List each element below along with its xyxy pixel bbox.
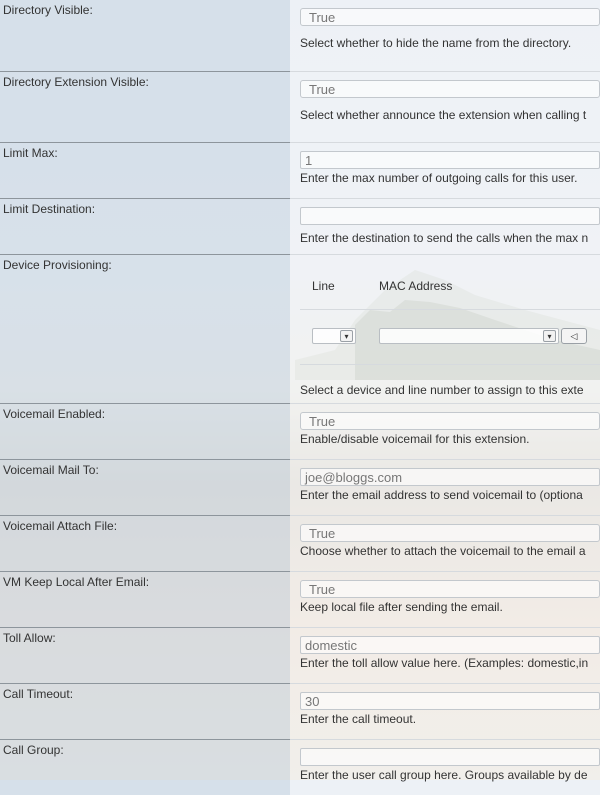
call-group-input[interactable]	[300, 747, 600, 766]
voicemail-mail-to-input[interactable]: joe@bloggs.com	[300, 467, 600, 486]
directory-visible-select[interactable]: True	[300, 8, 600, 26]
limit-destination-description: Enter the destination to send the calls …	[300, 230, 589, 245]
directory-visible-description: Select whether to hide the name from the…	[300, 36, 572, 50]
row-device-provisioning: Device Provisioning: Line MAC Address ▾	[0, 254, 600, 404]
row-limit-destination: Limit Destination: Enter the destination…	[0, 198, 600, 255]
vm-keep-local-select[interactable]: True	[300, 579, 600, 598]
row-directory-visible: Directory Visible: True Select whether t…	[0, 0, 600, 72]
voicemail-attach-file-select[interactable]: True	[300, 523, 600, 542]
voicemail-enabled-select[interactable]: True	[300, 411, 600, 430]
chevron-down-icon: ▾	[543, 329, 556, 342]
device-provisioning-table: Line MAC Address ▾ ▾ ◁	[300, 255, 600, 365]
row-vm-keep-local: VM Keep Local After Email: True Keep loc…	[0, 571, 600, 628]
call-group-description: Enter the user call group here. Groups a…	[300, 767, 588, 782]
limit-max-description: Enter the max number of outgoing calls f…	[300, 170, 578, 185]
device-provisioning-description: Select a device and line number to assig…	[300, 382, 584, 397]
call-timeout-label: Call Timeout:	[0, 683, 290, 740]
chevron-down-icon: ▾	[340, 329, 353, 342]
row-voicemail-mail-to: Voicemail Mail To: joe@bloggs.com Enter …	[0, 459, 600, 516]
row-voicemail-enabled: Voicemail Enabled: True Enable/disable v…	[0, 403, 600, 460]
toll-allow-description: Enter the toll allow value here. (Exampl…	[300, 655, 589, 670]
line-select[interactable]: ▾	[312, 327, 356, 344]
directory-extension-visible-label: Directory Extension Visible:	[0, 71, 290, 143]
call-timeout-description: Enter the call timeout.	[300, 711, 417, 726]
directory-extension-visible-description: Select whether announce the extension wh…	[300, 107, 587, 122]
row-call-group: Call Group: Enter the user call group he…	[0, 739, 600, 795]
row-voicemail-attach-file: Voicemail Attach File: True Choose wheth…	[0, 515, 600, 572]
device-provisioning-label: Device Provisioning:	[0, 254, 290, 404]
row-toll-allow: Toll Allow: domestic Enter the toll allo…	[0, 627, 600, 684]
voicemail-attach-file-label: Voicemail Attach File:	[0, 515, 290, 572]
limit-destination-label: Limit Destination:	[0, 198, 290, 255]
vm-keep-local-description: Keep local file after sending the email.	[300, 599, 503, 614]
column-header-line: Line	[312, 278, 335, 293]
vm-keep-local-label: VM Keep Local After Email:	[0, 571, 290, 628]
voicemail-enabled-label: Voicemail Enabled:	[0, 403, 290, 460]
mac-address-back-button[interactable]: ◁	[561, 327, 587, 344]
directory-extension-visible-select[interactable]: True	[300, 79, 600, 98]
voicemail-mail-to-description: Enter the email address to send voicemai…	[300, 487, 583, 502]
limit-max-input[interactable]: 1	[300, 150, 600, 169]
voicemail-enabled-description: Enable/disable voicemail for this extens…	[300, 431, 530, 446]
row-call-timeout: Call Timeout: 30 Enter the call timeout.	[0, 683, 600, 740]
column-header-mac-address: MAC Address	[379, 278, 453, 293]
directory-visible-label: Directory Visible:	[0, 0, 290, 72]
row-limit-max: Limit Max: 1 Enter the max number of out…	[0, 142, 600, 199]
toll-allow-label: Toll Allow:	[0, 627, 290, 684]
limit-destination-input[interactable]	[300, 206, 600, 225]
toll-allow-input[interactable]: domestic	[300, 635, 600, 654]
voicemail-attach-file-description: Choose whether to attach the voicemail t…	[300, 543, 586, 558]
mac-address-select[interactable]: ▾	[379, 327, 559, 344]
call-timeout-input[interactable]: 30	[300, 691, 600, 710]
voicemail-mail-to-label: Voicemail Mail To:	[0, 459, 290, 516]
call-group-label: Call Group:	[0, 739, 290, 795]
row-directory-extension-visible: Directory Extension Visible: True Select…	[0, 71, 600, 143]
limit-max-label: Limit Max:	[0, 142, 290, 199]
